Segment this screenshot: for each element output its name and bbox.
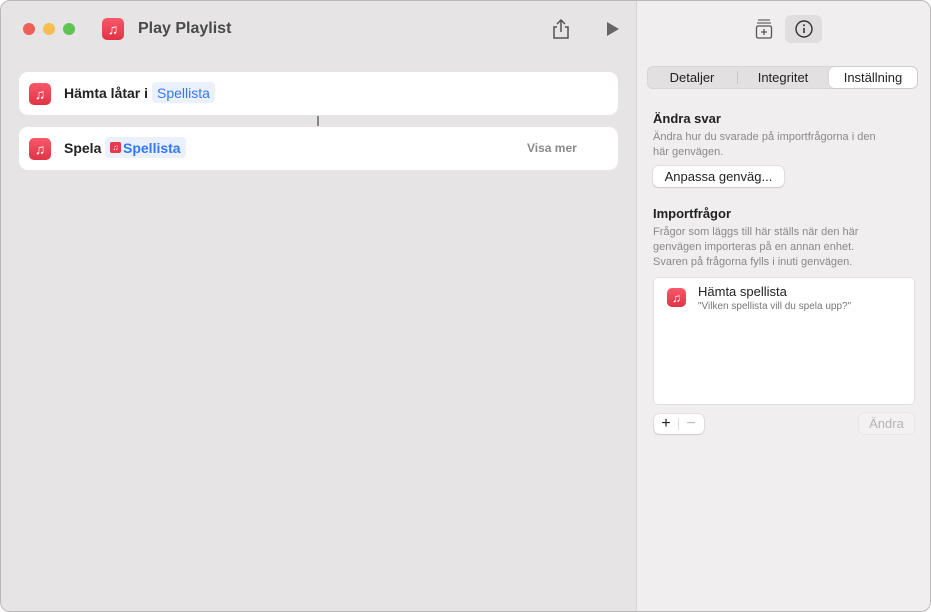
list-item[interactable]: ♫ Hämta spellista "Vilken spellista vill… bbox=[654, 278, 914, 318]
action-get-songs[interactable]: ♫ Hämta låtar i Spellista bbox=[19, 72, 618, 115]
question-text: "Vilken spellista vill du spela upp?" bbox=[698, 301, 852, 312]
share-button[interactable] bbox=[552, 18, 570, 40]
add-action-icon bbox=[755, 19, 773, 39]
zoom-button[interactable] bbox=[63, 23, 75, 35]
action-label: Spela bbox=[64, 140, 102, 156]
music-icon: ♫ bbox=[29, 138, 51, 160]
music-app-icon: ♫ bbox=[102, 18, 124, 40]
editor-pane: ♫ Play Playlist ♫ Hämta låtar i Spellist… bbox=[1, 1, 636, 611]
token-label: Spellista bbox=[123, 139, 181, 156]
close-button[interactable] bbox=[23, 23, 35, 35]
music-icon: ♫ bbox=[110, 142, 121, 153]
add-question-button[interactable]: + bbox=[654, 415, 678, 433]
show-more-link[interactable]: Visa mer bbox=[527, 141, 577, 155]
action-connector bbox=[317, 116, 319, 126]
info-icon bbox=[794, 20, 813, 38]
playlist-token[interactable]: Spellista bbox=[152, 82, 215, 103]
question-title: Hämta spellista bbox=[698, 284, 787, 299]
tab-setup[interactable]: Inställning bbox=[829, 67, 917, 88]
music-icon: ♫ bbox=[667, 288, 686, 307]
music-icon: ♫ bbox=[29, 83, 51, 105]
info-button[interactable] bbox=[785, 15, 822, 43]
action-library-button[interactable] bbox=[754, 17, 774, 41]
add-remove-control: + − bbox=[654, 414, 704, 434]
tab-privacy[interactable]: Integritet bbox=[738, 67, 828, 88]
import-questions-heading: Importfrågor bbox=[653, 206, 731, 221]
import-questions-list: ♫ Hämta spellista "Vilken spellista vill… bbox=[653, 277, 915, 405]
tab-details[interactable]: Detaljer bbox=[648, 67, 736, 88]
play-icon bbox=[607, 22, 619, 36]
action-label: Hämta låtar i bbox=[64, 85, 149, 101]
token-label: Spellista bbox=[157, 84, 210, 101]
import-questions-description: Frågor som läggs till här ställs när den… bbox=[653, 226, 859, 268]
window-title: Play Playlist bbox=[138, 20, 232, 37]
change-answers-description: Ändra hur du svarade på importfrågorna i… bbox=[653, 131, 876, 158]
playlist-variable-token[interactable]: ♫ Spellista bbox=[105, 137, 186, 158]
remove-question-button[interactable]: − bbox=[679, 415, 703, 433]
share-icon bbox=[553, 18, 569, 39]
customize-shortcut-button[interactable]: Anpassa genväg... bbox=[653, 166, 784, 187]
window: ♫ Play Playlist ♫ Hämta låtar i Spellist… bbox=[0, 0, 931, 612]
minimize-button[interactable] bbox=[43, 23, 55, 35]
edit-question-button[interactable]: Ändra bbox=[859, 413, 914, 434]
inspector-pane: Detaljer Integritet Inställning Ändra sv… bbox=[636, 1, 930, 611]
run-button[interactable] bbox=[606, 21, 620, 42]
inspector-tabs: Detaljer Integritet Inställning bbox=[647, 66, 918, 89]
change-answers-heading: Ändra svar bbox=[653, 111, 721, 126]
action-play[interactable]: ♫ Spela ♫ Spellista Visa mer bbox=[19, 127, 618, 170]
